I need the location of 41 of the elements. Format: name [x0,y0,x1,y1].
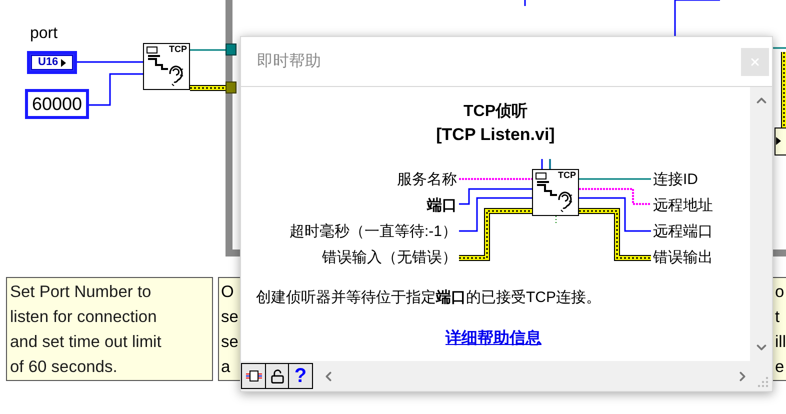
comment-box: o t ill e [772,277,786,381]
comment-box: Set Port Number to listen for connection and set time out limit of 60 seconds. [6,277,213,381]
vi-filename: [TCP Listen.vi] [435,124,556,146]
window-title: 即时帮助 [257,52,321,72]
data-type-label: U16 [38,57,58,68]
description: 创建侦听器并等待位于指定端口的已接受TCP连接。 [255,288,602,308]
wire [86,73,143,106]
wire [773,47,786,49]
vertical-scrollbar[interactable] [750,87,772,361]
input-terminal-label: 错误输入（无错误） [322,248,457,268]
numeric-control[interactable]: U16 [27,51,77,74]
show-optional-terminals-button[interactable] [242,364,266,388]
node-label: TCP [558,171,576,180]
input-terminal-label: 服务名称 [397,170,457,190]
vi-name: TCP侦听 [462,102,528,122]
close-icon [749,56,761,68]
input-terminal-label: 超时毫秒（一直等待:-1） [289,222,457,242]
node-label: TCP [169,45,187,54]
tunnel [226,82,236,94]
comment-box: O se se a [218,277,242,381]
output-terminal-label: 远程端口 [653,222,713,242]
output-terminal-label: 错误输出 [653,248,713,268]
wire [76,61,143,63]
wire [674,0,720,36]
control-label: port [30,26,58,42]
help-button[interactable]: ? [289,364,312,388]
numeric-constant: 60000 [25,89,90,119]
input-terminal-label: 端口 [427,196,457,216]
terminals-icon [244,368,262,384]
wire [190,49,226,51]
detailed-help-link[interactable]: 详细帮助信息 [446,327,542,351]
output-terminal-label: 远程地址 [653,196,713,216]
unlocked-icon [270,368,284,384]
lock-button[interactable] [266,364,289,388]
resize-grip-icon[interactable] [758,377,768,387]
output-terminal-label: 连接ID [653,170,699,190]
wire [524,0,526,6]
node-fragment [774,128,786,156]
arrow-icon [61,58,66,66]
wire [579,178,651,180]
tunnel [226,44,236,56]
